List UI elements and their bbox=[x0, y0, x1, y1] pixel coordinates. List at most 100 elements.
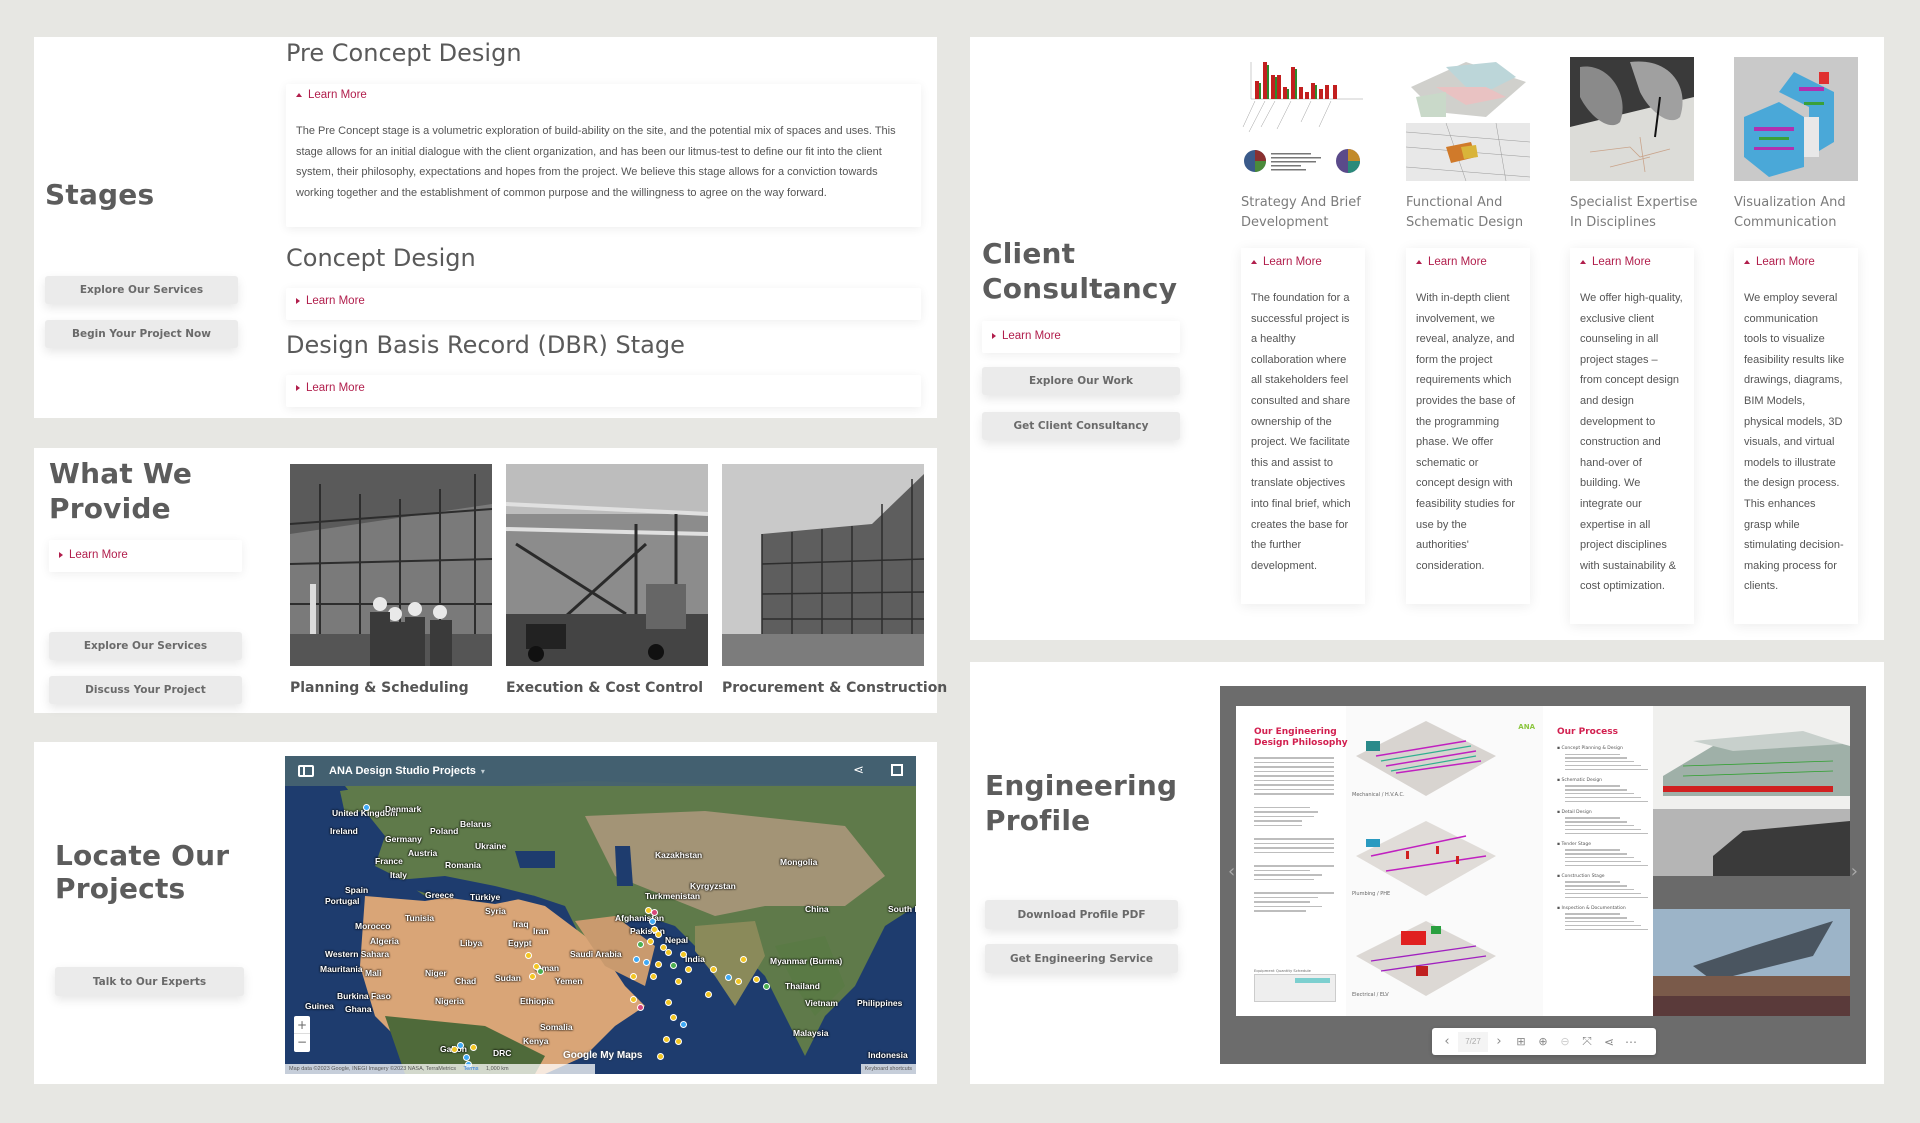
learn-more-toggle[interactable]: Learn More bbox=[296, 89, 367, 101]
description-line: grasp while bbox=[1744, 518, 1800, 531]
map-country-label: Iraq bbox=[513, 919, 529, 929]
project-location-pin[interactable] bbox=[651, 909, 658, 916]
project-location-pin[interactable] bbox=[655, 931, 662, 938]
project-location-pin[interactable] bbox=[725, 974, 732, 981]
system-label-mechanical: Mechanical / H.V.A.C. bbox=[1352, 792, 1405, 798]
project-location-pin[interactable] bbox=[670, 1014, 677, 1021]
project-location-pin[interactable] bbox=[670, 962, 677, 969]
construction-site-workers-photo[interactable] bbox=[290, 464, 492, 666]
project-location-pin[interactable] bbox=[665, 999, 672, 1006]
zoom-out-button[interactable]: − bbox=[294, 1034, 310, 1052]
project-location-pin[interactable] bbox=[735, 978, 742, 985]
industrial-interior-photo[interactable] bbox=[506, 464, 708, 666]
project-location-pin[interactable] bbox=[647, 938, 654, 945]
process-step-detail-line bbox=[1565, 928, 1648, 930]
project-location-pin[interactable] bbox=[525, 952, 532, 959]
map-country-label: Philippines bbox=[857, 998, 903, 1008]
project-location-pin[interactable] bbox=[537, 968, 544, 975]
learn-more-toggle[interactable]: Learn More bbox=[59, 549, 128, 561]
project-location-pin[interactable] bbox=[633, 956, 640, 963]
map-country-label: Western Sahara bbox=[325, 949, 390, 959]
description-line: and design bbox=[1580, 394, 1634, 407]
description-line: ownership of the bbox=[1251, 415, 1332, 428]
project-location-pin[interactable] bbox=[630, 996, 637, 1003]
project-location-pin[interactable] bbox=[675, 978, 682, 985]
discuss-project-button[interactable]: Discuss Your Project bbox=[49, 676, 242, 704]
map-country-label: France bbox=[375, 856, 403, 866]
learn-more-toggle[interactable]: Learn More bbox=[1580, 256, 1651, 268]
project-location-pin[interactable] bbox=[637, 1004, 644, 1011]
project-location-pin[interactable] bbox=[630, 973, 637, 980]
flipbook-toolbar: ‹ 7/27 › ⊞ ⊕ ⊖ ⤧ ⋖ ⋯ bbox=[1432, 1028, 1656, 1055]
engineering-profile-heading: Engineering Profile bbox=[985, 768, 1177, 838]
explore-services-button[interactable]: Explore Our Services bbox=[45, 276, 238, 304]
map-title-dropdown-icon[interactable]: ▾ bbox=[481, 767, 485, 776]
fullscreen-icon[interactable] bbox=[891, 764, 903, 776]
zoom-in-icon[interactable]: ⊕ bbox=[1532, 1031, 1554, 1053]
project-location-pin[interactable] bbox=[457, 1042, 464, 1049]
explore-work-button[interactable]: Explore Our Work bbox=[982, 367, 1180, 395]
project-location-pin[interactable] bbox=[763, 983, 770, 990]
project-location-pin[interactable] bbox=[657, 1053, 664, 1060]
next-page-icon[interactable]: › bbox=[1488, 1031, 1510, 1053]
description-line: communication bbox=[1744, 312, 1818, 325]
description-line: building. We bbox=[1580, 477, 1641, 490]
project-location-pin[interactable] bbox=[705, 991, 712, 998]
flipbook-next-arrow-icon[interactable]: › bbox=[1851, 861, 1858, 882]
project-location-pin[interactable] bbox=[710, 966, 717, 973]
project-location-pin[interactable] bbox=[649, 918, 656, 925]
learn-more-toggle[interactable]: Learn More bbox=[1251, 256, 1322, 268]
description-line: physical models, 3D bbox=[1744, 415, 1843, 428]
share-icon[interactable]: ⋖ bbox=[1598, 1031, 1620, 1053]
map-country-label: China bbox=[805, 904, 829, 914]
page-indicator[interactable]: 7/27 bbox=[1458, 1031, 1488, 1052]
thumbnails-grid-icon[interactable]: ⊞ bbox=[1510, 1031, 1532, 1053]
map-terms-link[interactable]: Terms bbox=[464, 1066, 479, 1072]
map-legend-toggle-icon[interactable] bbox=[298, 765, 314, 777]
project-location-pin[interactable] bbox=[655, 961, 662, 968]
project-location-pin[interactable] bbox=[470, 1044, 477, 1051]
learn-more-toggle[interactable]: Learn More bbox=[296, 382, 365, 394]
project-location-pin[interactable] bbox=[529, 973, 536, 980]
zoom-out-icon[interactable]: ⊖ bbox=[1554, 1031, 1576, 1053]
more-options-icon[interactable]: ⋯ bbox=[1620, 1031, 1642, 1053]
flipbook-viewer[interactable]: ‹ › Our Engineering Design Philosophy Eq… bbox=[1220, 686, 1866, 1064]
project-location-pin[interactable] bbox=[463, 1054, 470, 1061]
project-location-pin[interactable] bbox=[363, 804, 370, 811]
project-location-pin[interactable] bbox=[685, 966, 692, 973]
fullscreen-icon[interactable]: ⤧ bbox=[1576, 1031, 1598, 1053]
map-country-label: Algeria bbox=[370, 936, 399, 946]
share-icon[interactable]: ⋖ bbox=[853, 763, 864, 778]
explore-services-button[interactable]: Explore Our Services bbox=[49, 632, 242, 660]
project-location-pin[interactable] bbox=[637, 941, 644, 948]
project-location-pin[interactable] bbox=[663, 1036, 670, 1043]
project-location-pin[interactable] bbox=[665, 949, 672, 956]
what-we-provide-section: What We Provide Learn More Explore Our S… bbox=[34, 448, 947, 713]
project-location-pin[interactable] bbox=[753, 976, 760, 983]
project-location-pin[interactable] bbox=[650, 973, 657, 980]
project-location-pin[interactable] bbox=[643, 959, 650, 966]
talk-to-experts-button[interactable]: Talk to Our Experts bbox=[55, 967, 244, 996]
learn-more-toggle[interactable]: Learn More bbox=[1744, 256, 1815, 268]
projects-map[interactable]: ANA Design Studio Projects ▾ ⋖ United Ki… bbox=[285, 756, 916, 1074]
flipbook-prev-arrow-icon[interactable]: ‹ bbox=[1228, 861, 1235, 882]
prev-page-icon[interactable]: ‹ bbox=[1436, 1031, 1458, 1053]
learn-more-toggle[interactable]: Learn More bbox=[992, 330, 1061, 342]
project-location-pin[interactable] bbox=[675, 1038, 682, 1045]
learn-more-toggle[interactable]: Learn More bbox=[1416, 256, 1487, 268]
project-location-pin[interactable] bbox=[740, 956, 747, 963]
project-location-pin[interactable] bbox=[680, 951, 687, 958]
download-profile-pdf-button[interactable]: Download Profile PDF bbox=[985, 900, 1178, 929]
begin-project-button[interactable]: Begin Your Project Now bbox=[45, 320, 238, 348]
zoom-in-button[interactable]: + bbox=[294, 1016, 310, 1034]
project-location-pin[interactable] bbox=[451, 1046, 458, 1053]
get-engineering-service-button[interactable]: Get Engineering Service bbox=[985, 944, 1178, 973]
description-line: authorities' bbox=[1416, 539, 1469, 552]
learn-more-toggle[interactable]: Learn More bbox=[296, 295, 365, 307]
scaffolding-building-photo[interactable] bbox=[722, 464, 924, 666]
project-location-pin[interactable] bbox=[680, 1021, 687, 1028]
process-steps: ▪ Concept Planning & Design ▪ Schematic D… bbox=[1557, 746, 1652, 932]
get-client-consultancy-button[interactable]: Get Client Consultancy bbox=[982, 412, 1180, 440]
keyboard-shortcuts-link[interactable]: Keyboard shortcuts bbox=[860, 1064, 916, 1074]
description-line: cost optimization. bbox=[1580, 580, 1665, 593]
